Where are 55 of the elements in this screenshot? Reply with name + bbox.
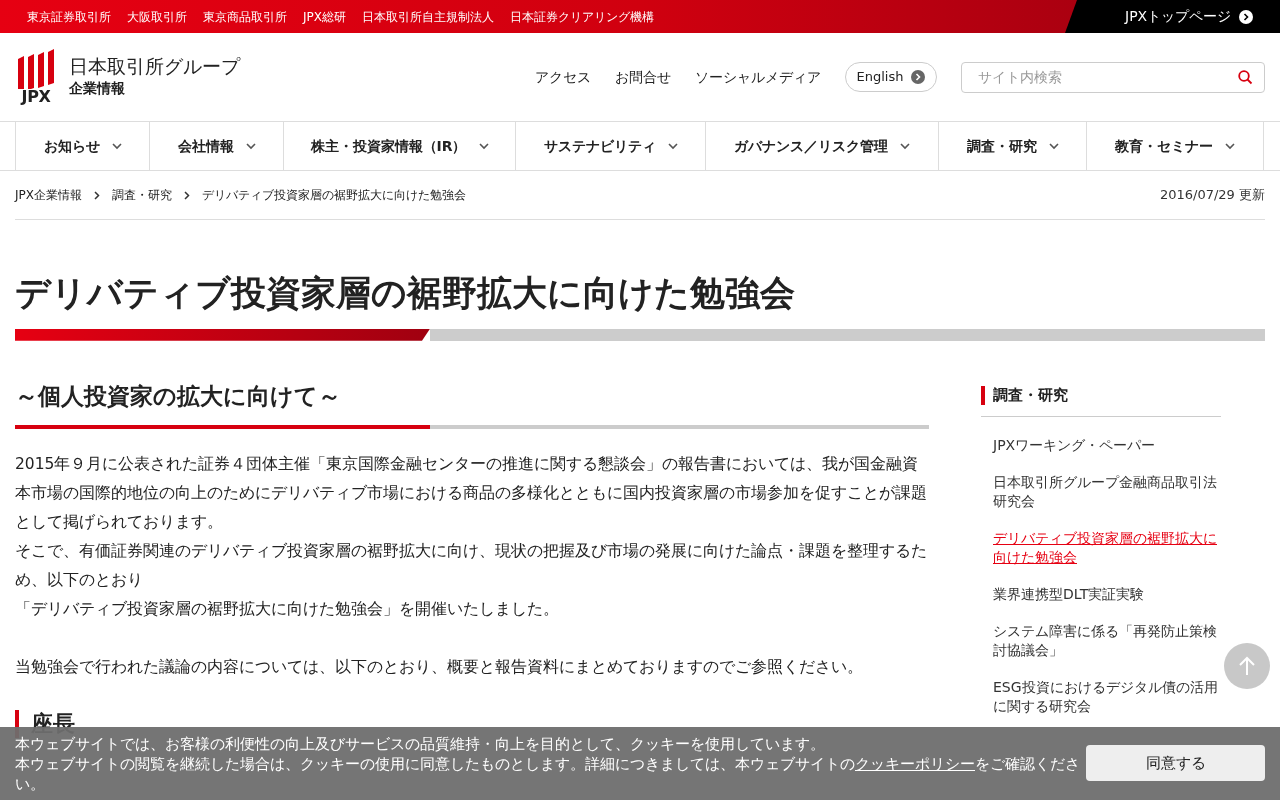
breadcrumb-link[interactable]: JPX企業情報: [15, 186, 82, 204]
cookie-policy-link[interactable]: クッキーポリシー: [855, 755, 975, 773]
top-link[interactable]: 日本証券クリアリング機構: [510, 7, 654, 26]
jpx-logo[interactable]: JPX: [15, 49, 57, 105]
top-link[interactable]: 東京商品取引所: [203, 7, 287, 26]
arrow-circle-icon: [911, 70, 926, 84]
top-link[interactable]: 日本取引所自主規制法人: [362, 7, 494, 26]
agree-button[interactable]: 同意する: [1086, 745, 1265, 781]
nav-menu-item[interactable]: ガバナンス／リスク管理: [706, 122, 939, 170]
updated-date: 2016/07/29 更新: [1159, 186, 1265, 205]
sidebar-link[interactable]: デリバティブ投資家層の裾野拡大に向けた勉強会: [993, 528, 1221, 567]
chevron-down-icon: [111, 142, 122, 150]
utility-link[interactable]: ソーシャルメディア: [695, 66, 821, 88]
logo-subtitle: 企業情報: [69, 79, 126, 99]
sidebar-link[interactable]: ESG投資におけるデジタル債の活用に関する研究会: [993, 677, 1221, 716]
logo-mark: JPX: [21, 89, 51, 105]
top-link[interactable]: 東京証券取引所: [27, 7, 111, 26]
body-paragraph: そこで、有価証券関連のデリバティブ投資家層の裾野拡大に向け、現状の把握及び市場の発展に向けた論点・課題を整理するため、以下のとおり: [15, 541, 928, 592]
chevron-down-icon: [245, 142, 256, 150]
sidebar-link[interactable]: 業界連携型DLT実証実験: [993, 584, 1221, 604]
arrow-circle-icon: [1239, 9, 1254, 24]
chevron-down-icon: [1048, 142, 1059, 150]
body-paragraph: 2015年９月に公表された証券４団体主催「東京国際金融センターの推進に関する懇談会」の報告書においては、我が国金融資本市場の国際的地位の向上のためにデリバティブ市場における商品の多様化とともに国内投資家層の市場参加を促すことが課題として掲げられております。: [15, 454, 928, 534]
body-paragraph: 「デリバティブ投資家層の裾野拡大に向けた勉強会」を開催いたしました。: [15, 599, 560, 621]
nav-menu-item[interactable]: お知らせ: [15, 122, 150, 170]
arrow-up-icon: [1238, 656, 1256, 676]
nav-menu-item[interactable]: 調査・研究: [939, 122, 1087, 170]
breadcrumb-link[interactable]: デリバティブ投資家層の裾野拡大に向けた勉強会: [202, 186, 466, 204]
chevron-down-icon: [478, 142, 489, 150]
section-heading: ～個人投資家の拡大に向けて～: [15, 381, 342, 411]
chevron-down-icon: [900, 142, 910, 150]
body-paragraph: 当勉強会で行われた議論の内容については、以下のとおり、概要と報告資料にまとめておりますのでご参照ください。: [15, 657, 864, 679]
utility-link[interactable]: お問合せ: [615, 66, 671, 88]
nav-menu-item[interactable]: 会社情報: [150, 122, 284, 170]
utility-link[interactable]: アクセス: [535, 66, 591, 88]
chevron-right-icon: [184, 190, 190, 200]
top-page-link[interactable]: JPXトップページ: [1065, 0, 1280, 33]
sidebar-heading: 調査・研究: [981, 385, 1221, 405]
search-field[interactable]: サイト内検索: [961, 61, 1265, 93]
chevron-right-icon: [94, 190, 100, 200]
nav-menu-item[interactable]: サステナビリティ: [516, 122, 706, 170]
logo-bars-icon: [16, 49, 56, 89]
sidebar-link[interactable]: 日本取引所グループ金融商品取引法研究会: [993, 472, 1221, 511]
top-link[interactable]: 大阪取引所: [127, 7, 187, 26]
search-icon[interactable]: [1238, 69, 1253, 85]
chevron-down-icon: [667, 142, 678, 150]
page-title: デリバティブ投資家層の裾野拡大に向けた勉強会: [15, 272, 796, 315]
logo-name: 日本取引所グループ: [69, 54, 240, 79]
nav-menu-item[interactable]: 株主・投資家情報（IR）: [284, 122, 516, 170]
chevron-down-icon: [1225, 142, 1235, 150]
sidebar-link[interactable]: システム障害に係る「再発防止策検討協議会」: [993, 621, 1221, 660]
nav-menu-item[interactable]: 教育・セミナー: [1087, 122, 1264, 170]
sidebar-link[interactable]: JPXワーキング・ペーパー: [993, 435, 1221, 455]
breadcrumb-link[interactable]: 調査・研究: [112, 186, 172, 204]
top-link[interactable]: JPX総研: [303, 7, 346, 26]
